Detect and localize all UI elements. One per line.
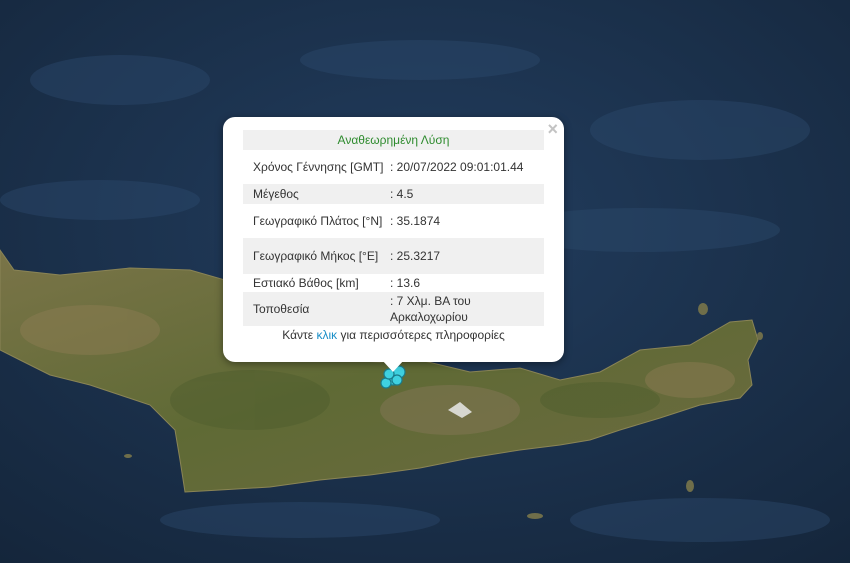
row-value: : 20/07/2022 09:01:01.44 [390,160,524,174]
row-value: : 25.3217 [390,249,441,263]
island-small-1 [698,303,708,315]
more-info-suffix: για περισσότερες πληροφορίες [337,328,505,342]
row-label: Γεωγραφικό Πλάτος [°N] [253,214,383,228]
row-value: : 7 Χλμ. ΒΑ του Αρκαλοχωρίου [390,294,471,324]
row-value: : 13.6 [390,276,421,290]
close-icon[interactable]: × [547,119,558,139]
island-small-4 [757,332,763,340]
more-info-link[interactable]: κλικ [316,328,337,342]
more-info-prefix: Κάντε [282,328,317,342]
row-value: : 35.1874 [390,214,441,228]
popup-tip [382,360,404,372]
popup-header: Αναθεωρημένη Λύση [243,130,544,150]
row-label: Εστιακό Βάθος [km] [253,276,359,290]
popup-content: Αναθεωρημένη Λύση Χρόνος Γέννησης [GMT] … [243,130,544,342]
row-label: Τοποθεσία [253,302,310,316]
table-row: Τοποθεσία : 7 Χλμ. ΒΑ του Αρκαλοχωρίου [243,292,544,326]
table-row: Γεωγραφικό Μήκος [°E] : 25.3217 [243,238,544,274]
table-row: Μέγεθος : 4.5 [243,184,544,204]
island-small-5 [124,454,132,458]
more-info-line: Κάντε κλικ για περισσότερες πληροφορίες [243,328,544,342]
info-popup: × Αναθεωρημένη Λύση Χρόνος Γέννησης [GMT… [223,117,564,362]
island-small-3 [686,480,694,492]
row-label: Χρόνος Γέννησης [GMT] [253,160,384,174]
island-small-2 [527,513,543,519]
row-value: : 4.5 [390,187,414,201]
table-row: Χρόνος Γέννησης [GMT] : 20/07/2022 09:01… [243,150,544,184]
row-label: Γεωγραφικό Μήκος [°E] [253,249,379,263]
table-row: Εστιακό Βάθος [km] : 13.6 [243,274,544,292]
row-label: Μέγεθος [253,187,299,201]
table-row: Γεωγραφικό Πλάτος [°N] : 35.1874 [243,204,544,238]
